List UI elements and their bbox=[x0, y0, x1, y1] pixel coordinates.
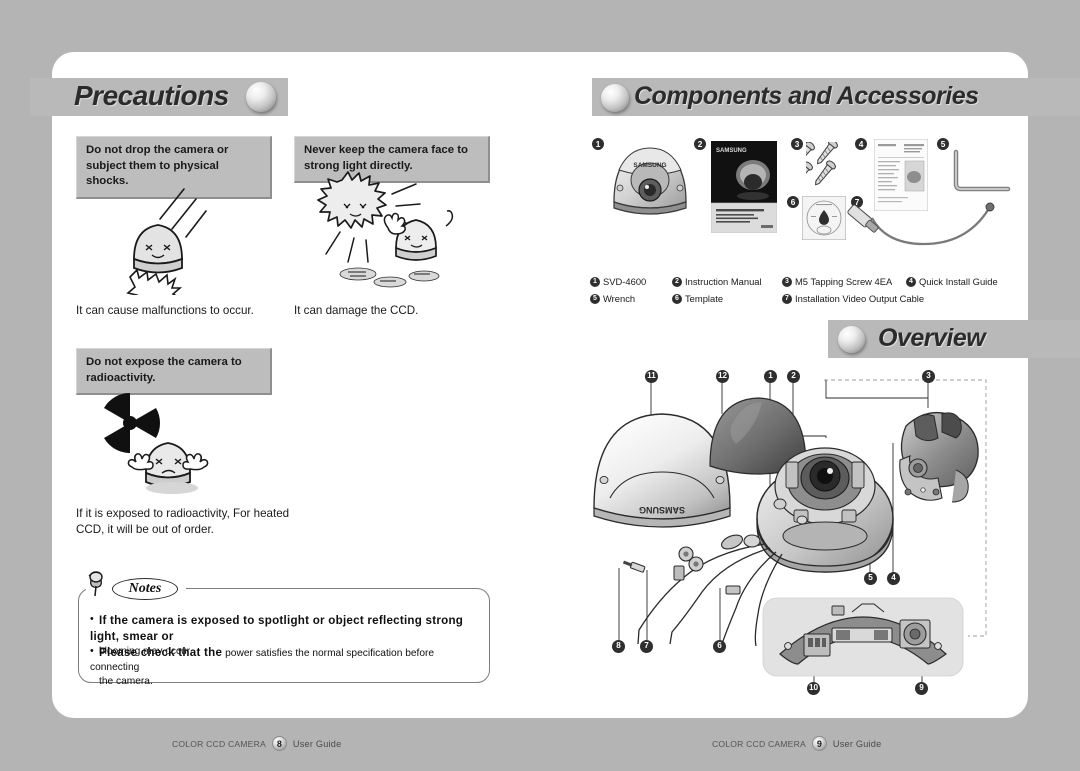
note-2-tail: the camera. bbox=[99, 675, 153, 687]
legend-item-1: 1 SVD-4600 bbox=[590, 276, 646, 287]
svg-text:SAMSUNG: SAMSUNG bbox=[716, 148, 747, 154]
legend-label: Template bbox=[685, 293, 724, 304]
page-title-overview: Overview bbox=[878, 324, 986, 352]
manual-booklet-icon: SAMSUNG bbox=[710, 141, 778, 238]
legend-item-3: 3 M5 Tapping Screw 4EA bbox=[782, 276, 892, 287]
page-number: 9 bbox=[811, 736, 827, 751]
allen-wrench-icon bbox=[950, 148, 1012, 203]
legend-label: M5 Tapping Screw 4EA bbox=[795, 276, 893, 287]
component-number-6: 6 bbox=[787, 196, 799, 208]
warning-caption-drop: It can cause malfunctions to occur. bbox=[76, 304, 254, 317]
legend-label: Wrench bbox=[603, 293, 636, 304]
component-number-3: 3 bbox=[791, 138, 803, 150]
note-item: • Please check that the power satisfies … bbox=[90, 645, 482, 688]
footer-guide: User Guide bbox=[832, 738, 882, 749]
legend-bullet-icon: 3 bbox=[782, 276, 792, 287]
legend-row: 1 SVD-4600 2 Instruction Manual 3 M5 Tap… bbox=[590, 276, 1030, 290]
manual-spread: Precautions Do not drop the camera or su… bbox=[0, 0, 1080, 771]
footer-right: COLOR CCD CAMERA 9 User Guide bbox=[712, 736, 881, 751]
legend-bullet-icon: 2 bbox=[672, 276, 682, 287]
component-number-5: 5 bbox=[937, 138, 949, 150]
legend-label: Instruction Manual bbox=[685, 276, 762, 287]
overview-callout-10: 10 bbox=[807, 682, 820, 695]
radioactivity-trefoil-icon bbox=[90, 385, 240, 505]
footer-brand: COLOR CCD CAMERA bbox=[712, 738, 806, 749]
warning-caption-strong-light: It can damage the CCD. bbox=[294, 304, 419, 317]
page-title-components: Components and Accessories bbox=[634, 82, 979, 110]
component-number-2: 2 bbox=[694, 138, 706, 150]
overview-callout-4: 4 bbox=[887, 572, 900, 585]
legend-label: SVD-4600 bbox=[603, 276, 647, 287]
sun-and-camera-character-icon bbox=[300, 170, 480, 310]
legend-item-4: 4 Quick Install Guide bbox=[906, 276, 998, 287]
page-title-precautions: Precautions bbox=[74, 80, 229, 111]
overview-callout-7: 7 bbox=[640, 640, 653, 653]
dome-camera-icon: SAMSUNG bbox=[606, 142, 694, 225]
overview-callout-9: 9 bbox=[915, 682, 928, 695]
overview-callout-11: 11 bbox=[645, 370, 658, 383]
svg-text:SAMSUNG: SAMSUNG bbox=[633, 162, 666, 169]
legend-bullet-icon: 4 bbox=[906, 276, 916, 287]
bullet-icon: • bbox=[90, 613, 94, 625]
warning-caption-radioactivity: If it is exposed to radioactivity, For h… bbox=[76, 507, 290, 537]
sphere-bullet-icon bbox=[601, 84, 629, 112]
svg-text:SAMSUNG: SAMSUNG bbox=[639, 505, 685, 515]
camera-character-falling-icon bbox=[110, 185, 230, 315]
footer-brand: COLOR CCD CAMERA bbox=[172, 738, 266, 749]
footer-left: COLOR CCD CAMERA 8 User Guide bbox=[172, 736, 341, 751]
overview-callout-6: 6 bbox=[713, 640, 726, 653]
component-number-4: 4 bbox=[855, 138, 867, 150]
footer-guide: User Guide bbox=[292, 738, 342, 749]
legend-item-2: 2 Instruction Manual bbox=[672, 276, 762, 287]
legend-bullet-icon: 1 bbox=[590, 276, 600, 287]
bullet-icon: • bbox=[90, 645, 94, 657]
legend-item-5: 5 Wrench bbox=[590, 293, 635, 304]
overview-callout-8: 8 bbox=[612, 640, 625, 653]
legend-row: 5 Wrench 6 Template 7 Installation Video… bbox=[590, 293, 1030, 307]
overview-callout-12: 12 bbox=[716, 370, 729, 383]
overview-callout-2: 2 bbox=[787, 370, 800, 383]
legend-label: Quick Install Guide bbox=[919, 276, 998, 287]
overview-callout-1: 1 bbox=[764, 370, 777, 383]
push-pin-icon bbox=[86, 570, 108, 603]
legend-bullet-icon: 7 bbox=[782, 293, 792, 304]
legend-item-7: 7 Installation Video Output Cable bbox=[782, 293, 924, 304]
sphere-bullet-icon bbox=[838, 326, 865, 353]
legend-item-6: 6 Template bbox=[672, 293, 723, 304]
component-number-1: 1 bbox=[592, 138, 604, 150]
legend-label: Installation Video Output Cable bbox=[795, 293, 925, 304]
video-cable-icon bbox=[840, 196, 1000, 259]
page-number: 8 bbox=[271, 736, 287, 751]
legend-bullet-icon: 5 bbox=[590, 293, 600, 304]
note-1-lead: If the camera is exposed to spotlight or… bbox=[90, 614, 464, 643]
overview-callout-5: 5 bbox=[864, 572, 877, 585]
notes-label: Notes bbox=[112, 578, 178, 600]
screws-icon bbox=[792, 139, 856, 195]
legend-bullet-icon: 6 bbox=[672, 293, 682, 304]
components-legend: 1 SVD-4600 2 Instruction Manual 3 M5 Tap… bbox=[590, 276, 1030, 307]
overview-callout-3: 3 bbox=[922, 370, 935, 383]
sphere-bullet-icon bbox=[246, 82, 276, 112]
note-2-lead: Please check that the bbox=[99, 646, 223, 659]
